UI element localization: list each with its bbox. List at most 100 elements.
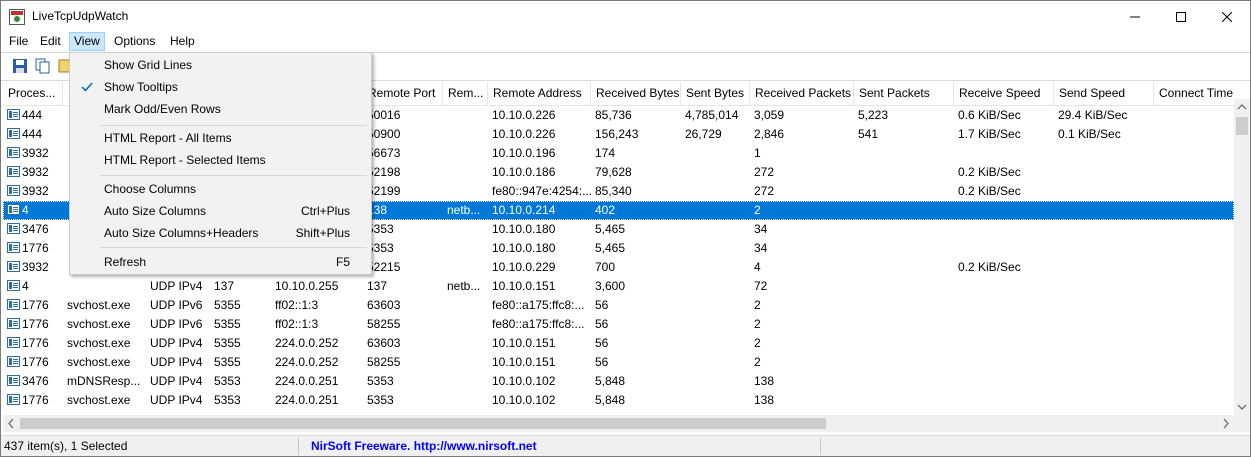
table-cell: 3476: [22, 374, 49, 388]
vertical-scroll-thumb[interactable]: [1236, 117, 1248, 135]
column-header[interactable]: Sent Packets: [854, 82, 954, 105]
table-cell: 138: [754, 393, 775, 407]
connection-icon: [7, 204, 20, 215]
table-cell: 85,736: [595, 108, 632, 122]
menu-edit[interactable]: Edit: [36, 32, 65, 51]
table-cell: 10.10.0.196: [492, 146, 556, 160]
menu-options[interactable]: Options: [110, 32, 159, 51]
column-header[interactable]: Received Packets: [750, 82, 854, 105]
menu-item-refresh[interactable]: Refresh F5: [72, 252, 369, 272]
table-cell: 2: [754, 317, 761, 331]
table-cell: svchost.exe: [67, 336, 131, 350]
table-cell: [954, 144, 1054, 163]
menu-file[interactable]: File: [5, 32, 32, 51]
table-cell: 138: [367, 203, 388, 217]
table-cell: svchost.exe: [67, 355, 131, 369]
vertical-scrollbar[interactable]: [1234, 99, 1250, 415]
menu-item-auto-size-headers[interactable]: Auto Size Columns+Headers Shift+Plus: [72, 223, 369, 243]
table-cell: [1054, 163, 1154, 182]
menu-item-show-grid-lines[interactable]: Show Grid Lines: [72, 55, 369, 75]
app-window: LiveTcpUdpWatch File Edit View Options H…: [0, 0, 1251, 457]
table-cell: [443, 144, 488, 163]
table-row[interactable]: 4 UDP IPv4 137 10.10.0.255 137 netb... 10.10.0…: [3, 277, 1234, 296]
table-cell: 2: [754, 203, 761, 217]
table-cell: UDP IPv6: [150, 317, 203, 331]
menu-item-show-tooltips[interactable]: Show Tooltips: [72, 77, 369, 97]
table-cell: 0.2 KiB/Sec: [958, 184, 1021, 198]
table-cell: 56: [595, 355, 609, 369]
menu-item-mark-odd-even[interactable]: Mark Odd/Even Rows: [72, 99, 369, 119]
table-row[interactable]: 1776 svchost.exe UDP IPv4 5355 224.0.0.252 63…: [3, 334, 1234, 353]
table-row[interactable]: 3476 mDNSResp... UDP IPv4 5353 224.0.0.251 53…: [3, 372, 1234, 391]
scroll-right-arrow-icon[interactable]: [1217, 415, 1234, 432]
table-cell: 3932: [22, 146, 49, 160]
connection-icon: [7, 356, 20, 367]
save-icon[interactable]: [11, 57, 29, 75]
table-cell: [1154, 258, 1234, 277]
table-cell: 63603: [367, 336, 401, 350]
table-cell: [1054, 258, 1154, 277]
table-cell: [443, 372, 488, 391]
column-header[interactable]: Proces...: [3, 82, 63, 105]
maximize-button[interactable]: [1158, 1, 1204, 32]
minimize-button[interactable]: [1112, 1, 1158, 32]
menu-item-choose-columns[interactable]: Choose Columns: [72, 179, 369, 199]
table-cell: 138: [754, 374, 775, 388]
status-nirsoft-link[interactable]: NirSoft Freeware. http://www.nirsoft.net: [299, 438, 821, 455]
table-cell: 3,600: [595, 279, 626, 293]
table-cell: [1154, 239, 1234, 258]
menu-view[interactable]: View: [69, 32, 105, 51]
table-cell: 1776: [22, 355, 49, 369]
menu-bar: File Edit View Options Help: [1, 32, 1250, 52]
window-title: LiveTcpUdpWatch: [32, 9, 129, 23]
table-row[interactable]: 1776 svchost.exe UDP IPv4 5353 224.0.0.251 53…: [3, 391, 1234, 410]
table-cell: netb...: [447, 279, 481, 293]
menu-separator: [100, 247, 367, 248]
table-cell: [443, 163, 488, 182]
copy-icon[interactable]: [34, 57, 52, 75]
menu-item-html-report-all[interactable]: HTML Report - All Items: [72, 128, 369, 148]
table-cell: [854, 144, 954, 163]
menu-item-auto-size-columns[interactable]: Auto Size Columns Ctrl+Plus: [72, 201, 369, 221]
scroll-up-arrow-icon[interactable]: [1234, 99, 1250, 115]
table-cell: [681, 353, 750, 372]
table-cell: 1776: [22, 336, 49, 350]
close-button[interactable]: [1204, 1, 1250, 32]
table-cell: [954, 353, 1054, 372]
column-header[interactable]: Remote Port: [363, 82, 443, 105]
horizontal-scroll-thumb[interactable]: [20, 418, 826, 429]
column-header[interactable]: Receive Speed: [954, 82, 1054, 105]
menu-help[interactable]: Help: [166, 32, 199, 51]
scroll-left-arrow-icon[interactable]: [3, 415, 20, 432]
table-cell: 5,848: [595, 393, 626, 407]
table-cell: 50900: [367, 127, 401, 141]
column-header[interactable]: Rem...: [443, 82, 488, 105]
table-cell: [681, 182, 750, 201]
table-cell: [681, 315, 750, 334]
table-cell: 3932: [22, 184, 49, 198]
connection-icon: [7, 185, 20, 196]
menu-item-html-report-selected[interactable]: HTML Report - Selected Items: [72, 150, 369, 170]
checkmark-icon: [81, 82, 93, 92]
column-header[interactable]: Received Bytes: [591, 82, 681, 105]
table-cell: [854, 372, 954, 391]
table-cell: 2: [754, 355, 761, 369]
table-cell: 444: [22, 127, 43, 141]
column-header[interactable]: Sent Bytes: [681, 82, 750, 105]
table-cell: [954, 315, 1054, 334]
scroll-down-arrow-icon[interactable]: [1234, 399, 1250, 415]
table-row[interactable]: 1776 svchost.exe UDP IPv4 5355 224.0.0.252 58…: [3, 353, 1234, 372]
table-cell: 224.0.0.251: [275, 393, 339, 407]
table-cell: 10.10.0.180: [492, 241, 556, 255]
table-cell: [681, 296, 750, 315]
table-cell: [1154, 391, 1234, 410]
column-header[interactable]: Connect Time: [1154, 82, 1234, 105]
table-cell: 541: [858, 127, 879, 141]
table-cell: 72: [754, 279, 768, 293]
table-row[interactable]: 1776 svchost.exe UDP IPv6 5355 ff02::1:3 6360…: [3, 296, 1234, 315]
column-header[interactable]: Remote Address: [488, 82, 591, 105]
column-header[interactable]: Send Speed: [1054, 82, 1154, 105]
table-row[interactable]: 1776 svchost.exe UDP IPv6 5355 ff02::1:3 5825…: [3, 315, 1234, 334]
table-cell: 10.10.0.255: [275, 279, 339, 293]
horizontal-scrollbar[interactable]: [3, 415, 1234, 432]
